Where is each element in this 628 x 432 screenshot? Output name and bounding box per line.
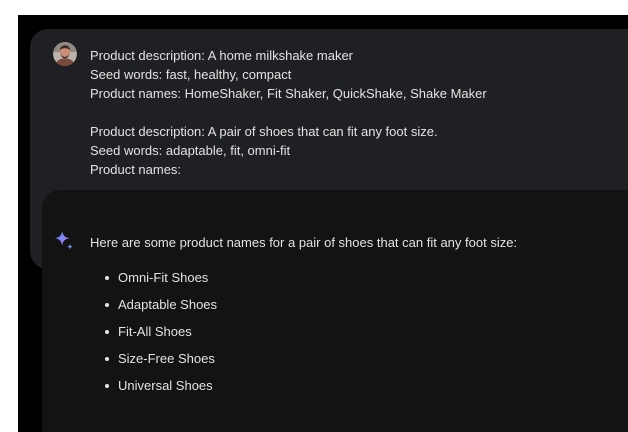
chat-viewport: Product description: A home milkshake ma…: [18, 15, 628, 432]
gemini-sparkle-icon: [54, 230, 73, 250]
list-item: Universal Shoes: [90, 377, 217, 404]
prompt-line: Seed words: adaptable, fit, omni-fit: [90, 143, 291, 158]
list-item: Omni-Fit Shoes: [90, 269, 217, 296]
list-item-text: Omni-Fit Shoes: [118, 270, 209, 285]
prompt-line: Product description: A pair of shoes tha…: [90, 124, 438, 139]
prompt-line: Seed words: fast, healthy, compact: [90, 67, 292, 82]
bullet-point: [105, 357, 109, 361]
prompt-line-blank: [90, 103, 628, 122]
product-name-list: Omni-Fit Shoes Adaptable Shoes Fit-All S…: [90, 269, 217, 404]
list-item-text: Fit-All Shoes: [118, 324, 192, 339]
user-avatar[interactable]: [53, 42, 77, 66]
list-item-text: Size-Free Shoes: [118, 351, 215, 366]
bullet-point: [105, 303, 109, 307]
list-item: Size-Free Shoes: [90, 350, 217, 377]
avatar-image: [53, 42, 77, 66]
list-item-text: Universal Shoes: [118, 378, 213, 393]
list-item: Fit-All Shoes: [90, 323, 217, 350]
response-intro: Here are some product names for a pair o…: [90, 235, 518, 250]
bullet-point: [105, 276, 109, 280]
prompt-line: Product names: HomeShaker, Fit Shaker, Q…: [90, 86, 487, 101]
bullet-point: [105, 384, 109, 388]
list-item: Adaptable Shoes: [90, 296, 217, 323]
prompt-line: Product description: A home milkshake ma…: [90, 48, 354, 63]
model-response-card: Here are some product names for a pair o…: [42, 190, 628, 432]
prompt-line: Product names:: [90, 162, 182, 177]
list-item-text: Adaptable Shoes: [118, 297, 218, 312]
prompt-text: Product description: A home milkshake ma…: [90, 46, 628, 179]
bullet-point: [105, 330, 109, 334]
